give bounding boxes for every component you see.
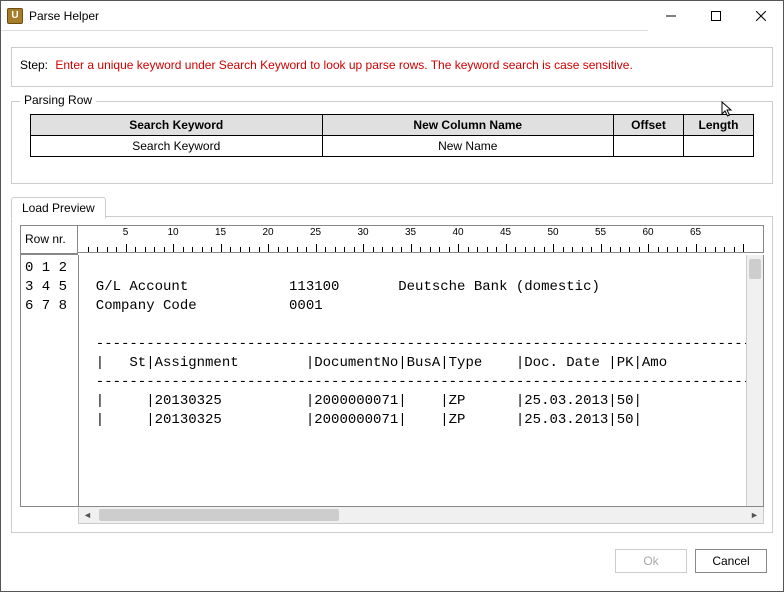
parse-helper-window: U Parse Helper Step: Enter a unique keyw… bbox=[0, 0, 784, 592]
row-number-gutter: 0 1 2 3 4 5 6 7 8 bbox=[21, 255, 78, 316]
length-cell[interactable] bbox=[684, 136, 754, 157]
ruler: 5101520253035404550556065 bbox=[78, 225, 764, 253]
vertical-scrollbar[interactable] bbox=[746, 255, 763, 506]
parsing-row-group: Parsing Row Search Keyword New Column Na… bbox=[11, 101, 773, 184]
preview-panel: Load Preview Row nr. 5101520253035404550… bbox=[11, 216, 773, 533]
parsing-row: Search Keyword New Name bbox=[31, 136, 754, 157]
step-box: Step: Enter a unique keyword under Searc… bbox=[11, 47, 773, 87]
client-area: Step: Enter a unique keyword under Searc… bbox=[1, 31, 783, 591]
step-message: Enter a unique keyword under Search Keyw… bbox=[55, 58, 632, 72]
horizontal-scrollbar[interactable]: ◄ ► bbox=[78, 507, 764, 524]
col-header-offset: Offset bbox=[614, 115, 684, 136]
app-icon: U bbox=[7, 8, 23, 24]
col-header-search-keyword: Search Keyword bbox=[31, 115, 323, 136]
horizontal-scroll-thumb[interactable] bbox=[99, 509, 339, 521]
preview-text[interactable]: G/L Account 113100 Deutsche Bank (domest… bbox=[79, 255, 746, 506]
close-button[interactable] bbox=[738, 1, 783, 31]
offset-cell[interactable] bbox=[614, 136, 684, 157]
scroll-left-arrow[interactable]: ◄ bbox=[79, 507, 96, 523]
vertical-scroll-thumb[interactable] bbox=[749, 259, 761, 279]
parsing-row-legend: Parsing Row bbox=[20, 93, 96, 107]
parsing-table: Search Keyword New Column Name Offset Le… bbox=[30, 114, 754, 157]
step-label: Step: bbox=[20, 58, 48, 72]
col-header-length: Length bbox=[684, 115, 754, 136]
ok-button[interactable]: Ok bbox=[615, 549, 687, 573]
search-keyword-cell[interactable]: Search Keyword bbox=[31, 136, 323, 157]
new-column-cell[interactable]: New Name bbox=[322, 136, 614, 157]
cancel-button[interactable]: Cancel bbox=[695, 549, 767, 573]
rownr-header: Row nr. bbox=[21, 226, 77, 254]
minimize-button[interactable] bbox=[648, 1, 693, 31]
dialog-buttons: Ok Cancel bbox=[11, 541, 773, 581]
maximize-button[interactable] bbox=[693, 1, 738, 31]
load-preview-tab[interactable]: Load Preview bbox=[11, 197, 106, 219]
col-header-new-column: New Column Name bbox=[322, 115, 614, 136]
scroll-right-arrow[interactable]: ► bbox=[746, 507, 763, 523]
window-title: Parse Helper bbox=[29, 9, 648, 23]
titlebar[interactable]: U Parse Helper bbox=[1, 1, 783, 31]
